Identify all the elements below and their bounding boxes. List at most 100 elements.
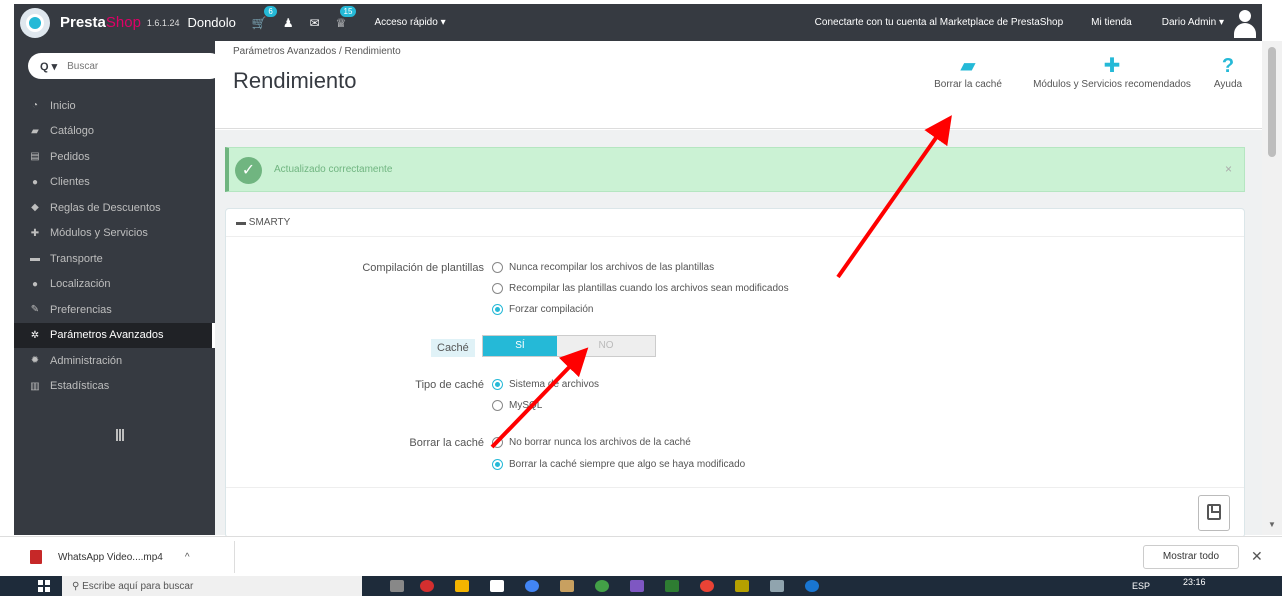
page-scrollbar[interactable]: ▼ [1262,41,1282,535]
radio-button[interactable] [492,379,503,390]
sidebar-item[interactable]: ● Clientes [14,170,215,196]
page-title: Rendimiento [233,68,357,93]
radio-option[interactable]: Sistema de archivos [492,379,599,390]
radio-label: Nunca recompilar los archivos de las pla… [509,262,715,273]
alert-close-button[interactable]: × [1225,162,1232,176]
cache-type-label: Tipo de caché [415,379,484,391]
customers-icon: ● [31,176,39,188]
app-icon[interactable] [560,580,574,592]
gear-icon: ✹ [30,355,40,367]
sidebar-item[interactable]: ▰ Catálogo [14,119,215,145]
scroll-down-icon[interactable]: ▼ [1268,520,1276,529]
store-icon[interactable] [490,580,504,592]
windows-start-icon[interactable] [38,580,50,592]
sidebar-item[interactable]: ▬ Transporte [14,246,215,272]
success-alert: ✓ Actualizado correctamente × [225,147,1245,192]
clock[interactable]: 23:16 [1183,577,1206,587]
sidebar-item-label: Estadísticas [50,380,110,393]
quick-access-menu[interactable]: Acceso rápido ▾ [374,17,445,28]
sidebar-item[interactable]: ✹ Administración [14,348,215,374]
search-box[interactable]: Q ▾ [28,53,223,79]
radio-button[interactable] [492,283,503,294]
scrollbar-thumb[interactable] [1268,47,1276,157]
radio-option[interactable]: Borrar la caché siempre que algo se haya… [492,459,745,470]
check-icon: ✓ [235,157,262,184]
collapse-menu-icon[interactable] [116,429,124,441]
admin-user-menu[interactable]: Dario Admin ▾ [1162,17,1224,28]
radio-button[interactable] [492,459,503,470]
opera-icon[interactable] [420,580,434,592]
radio-button[interactable] [492,400,503,411]
save-button[interactable] [1198,495,1230,531]
avatar[interactable] [1234,8,1256,38]
app-icon-3[interactable] [630,580,644,592]
puzzle-icon: ✚ [30,227,40,239]
chrome-icon[interactable] [700,580,714,592]
download-file-name: WhatsApp Video....mp4 [58,551,163,563]
compile-label: Compilación de plantillas [362,262,484,274]
sidebar-item[interactable]: ✎ Preferencias [14,297,215,323]
radio-label: MySQL [509,400,543,411]
cart-badge: 6 [264,5,277,17]
app-icon-2[interactable] [595,580,609,592]
show-all-button[interactable]: Mostrar todo [1143,545,1239,569]
search-input[interactable] [67,60,198,72]
radio-option[interactable]: Nunca recompilar los archivos de las pla… [492,262,714,273]
dashboard-icon: ◔ [31,100,39,112]
sidebar-item[interactable]: ◆ Reglas de Descuentos [14,195,215,221]
radio-button[interactable] [492,437,503,448]
file-explorer-icon[interactable] [455,580,469,592]
my-shop-link[interactable]: Mi tienda [1091,17,1132,28]
radio-button[interactable] [492,262,503,273]
download-item[interactable]: WhatsApp Video....mp4 ^ [30,545,190,569]
sidebar-item[interactable]: ▥ Estadísticas [14,374,215,400]
mail-icon[interactable]: ✉ [310,16,320,30]
tag-icon: ◆ [31,202,39,214]
sidebar-item[interactable]: ✚ Módulos y Servicios [14,221,215,247]
app-icon-5[interactable] [770,580,784,592]
user-icon[interactable]: ♟ [283,16,294,30]
cache-no-option[interactable]: NO [557,336,655,356]
radio-option[interactable]: Forzar compilación [492,304,593,315]
app-icon-4[interactable] [735,580,749,592]
radio-option[interactable]: No borrar nunca los archivos de la caché [492,437,691,448]
app-icon-6[interactable] [805,580,819,592]
cart-icon[interactable]: 🛒 6 [252,5,277,30]
sidebar-item[interactable]: ◔ Inicio [14,93,215,119]
breadcrumb[interactable]: Parámetros Avanzados / Rendimiento [233,46,401,57]
windows-taskbar: ⚲ Escribe aquí para buscar ESP 23:16 [0,576,1282,596]
sidebar-item[interactable]: ▤ Pedidos [14,144,215,170]
help-button[interactable]: ? Ayuda [1208,53,1248,90]
excel-icon[interactable] [665,580,679,592]
search-icon[interactable]: Q ▾ [40,60,57,73]
cache-yes-option[interactable]: SÍ [483,336,557,356]
radio-label: Borrar la caché siempre que algo se haya… [509,459,746,470]
sidebar-item[interactable]: ● Localización [14,272,215,298]
chevron-up-icon[interactable]: ^ [185,552,190,563]
recommended-modules-button[interactable]: ✚ Módulos y Servicios recomendados [1020,53,1204,90]
browser-icon[interactable] [525,580,539,592]
prestashop-logo[interactable] [20,7,50,38]
sidebar-item-label: Parámetros Avanzados [50,329,164,342]
clear-cache-button[interactable]: ▰ Borrar la caché [928,53,1008,90]
clear-cache-label: Borrar la caché [409,437,484,449]
radio-option[interactable]: Recompilar las plantillas cuando los arc… [492,283,789,294]
close-downloads-button[interactable]: ✕ [1251,548,1263,565]
sidebar-item-label: Preferencias [50,303,112,316]
downloads-bar: WhatsApp Video....mp4 ^ Mostrar todo ✕ [0,536,1282,576]
panel-heading: ▬ SMARTY [226,209,1244,237]
marketplace-link[interactable]: Conectarte con tu cuenta al Marketplace … [815,17,1063,28]
sidebar-item-label: Administración [50,354,123,367]
smarty-panel: ▬ SMARTY Compilación de plantillas Nunca… [225,208,1245,538]
taskbar-search-input[interactable]: ⚲ Escribe aquí para buscar [62,576,362,596]
cache-toggle[interactable]: SÍ NO [482,335,656,357]
radio-label: No borrar nunca los archivos de la caché [509,437,691,448]
sidebar-item[interactable]: ✲ Parámetros Avanzados [14,322,215,348]
task-view-icon[interactable] [390,580,404,592]
radio-button[interactable] [492,304,503,315]
trophy-badge: 15 [339,5,357,17]
trophy-icon[interactable]: ♕ 15 [336,5,357,30]
language-indicator[interactable]: ESP [1132,581,1150,591]
shop-name[interactable]: Dondolo [187,15,235,30]
radio-option[interactable]: MySQL [492,400,542,411]
